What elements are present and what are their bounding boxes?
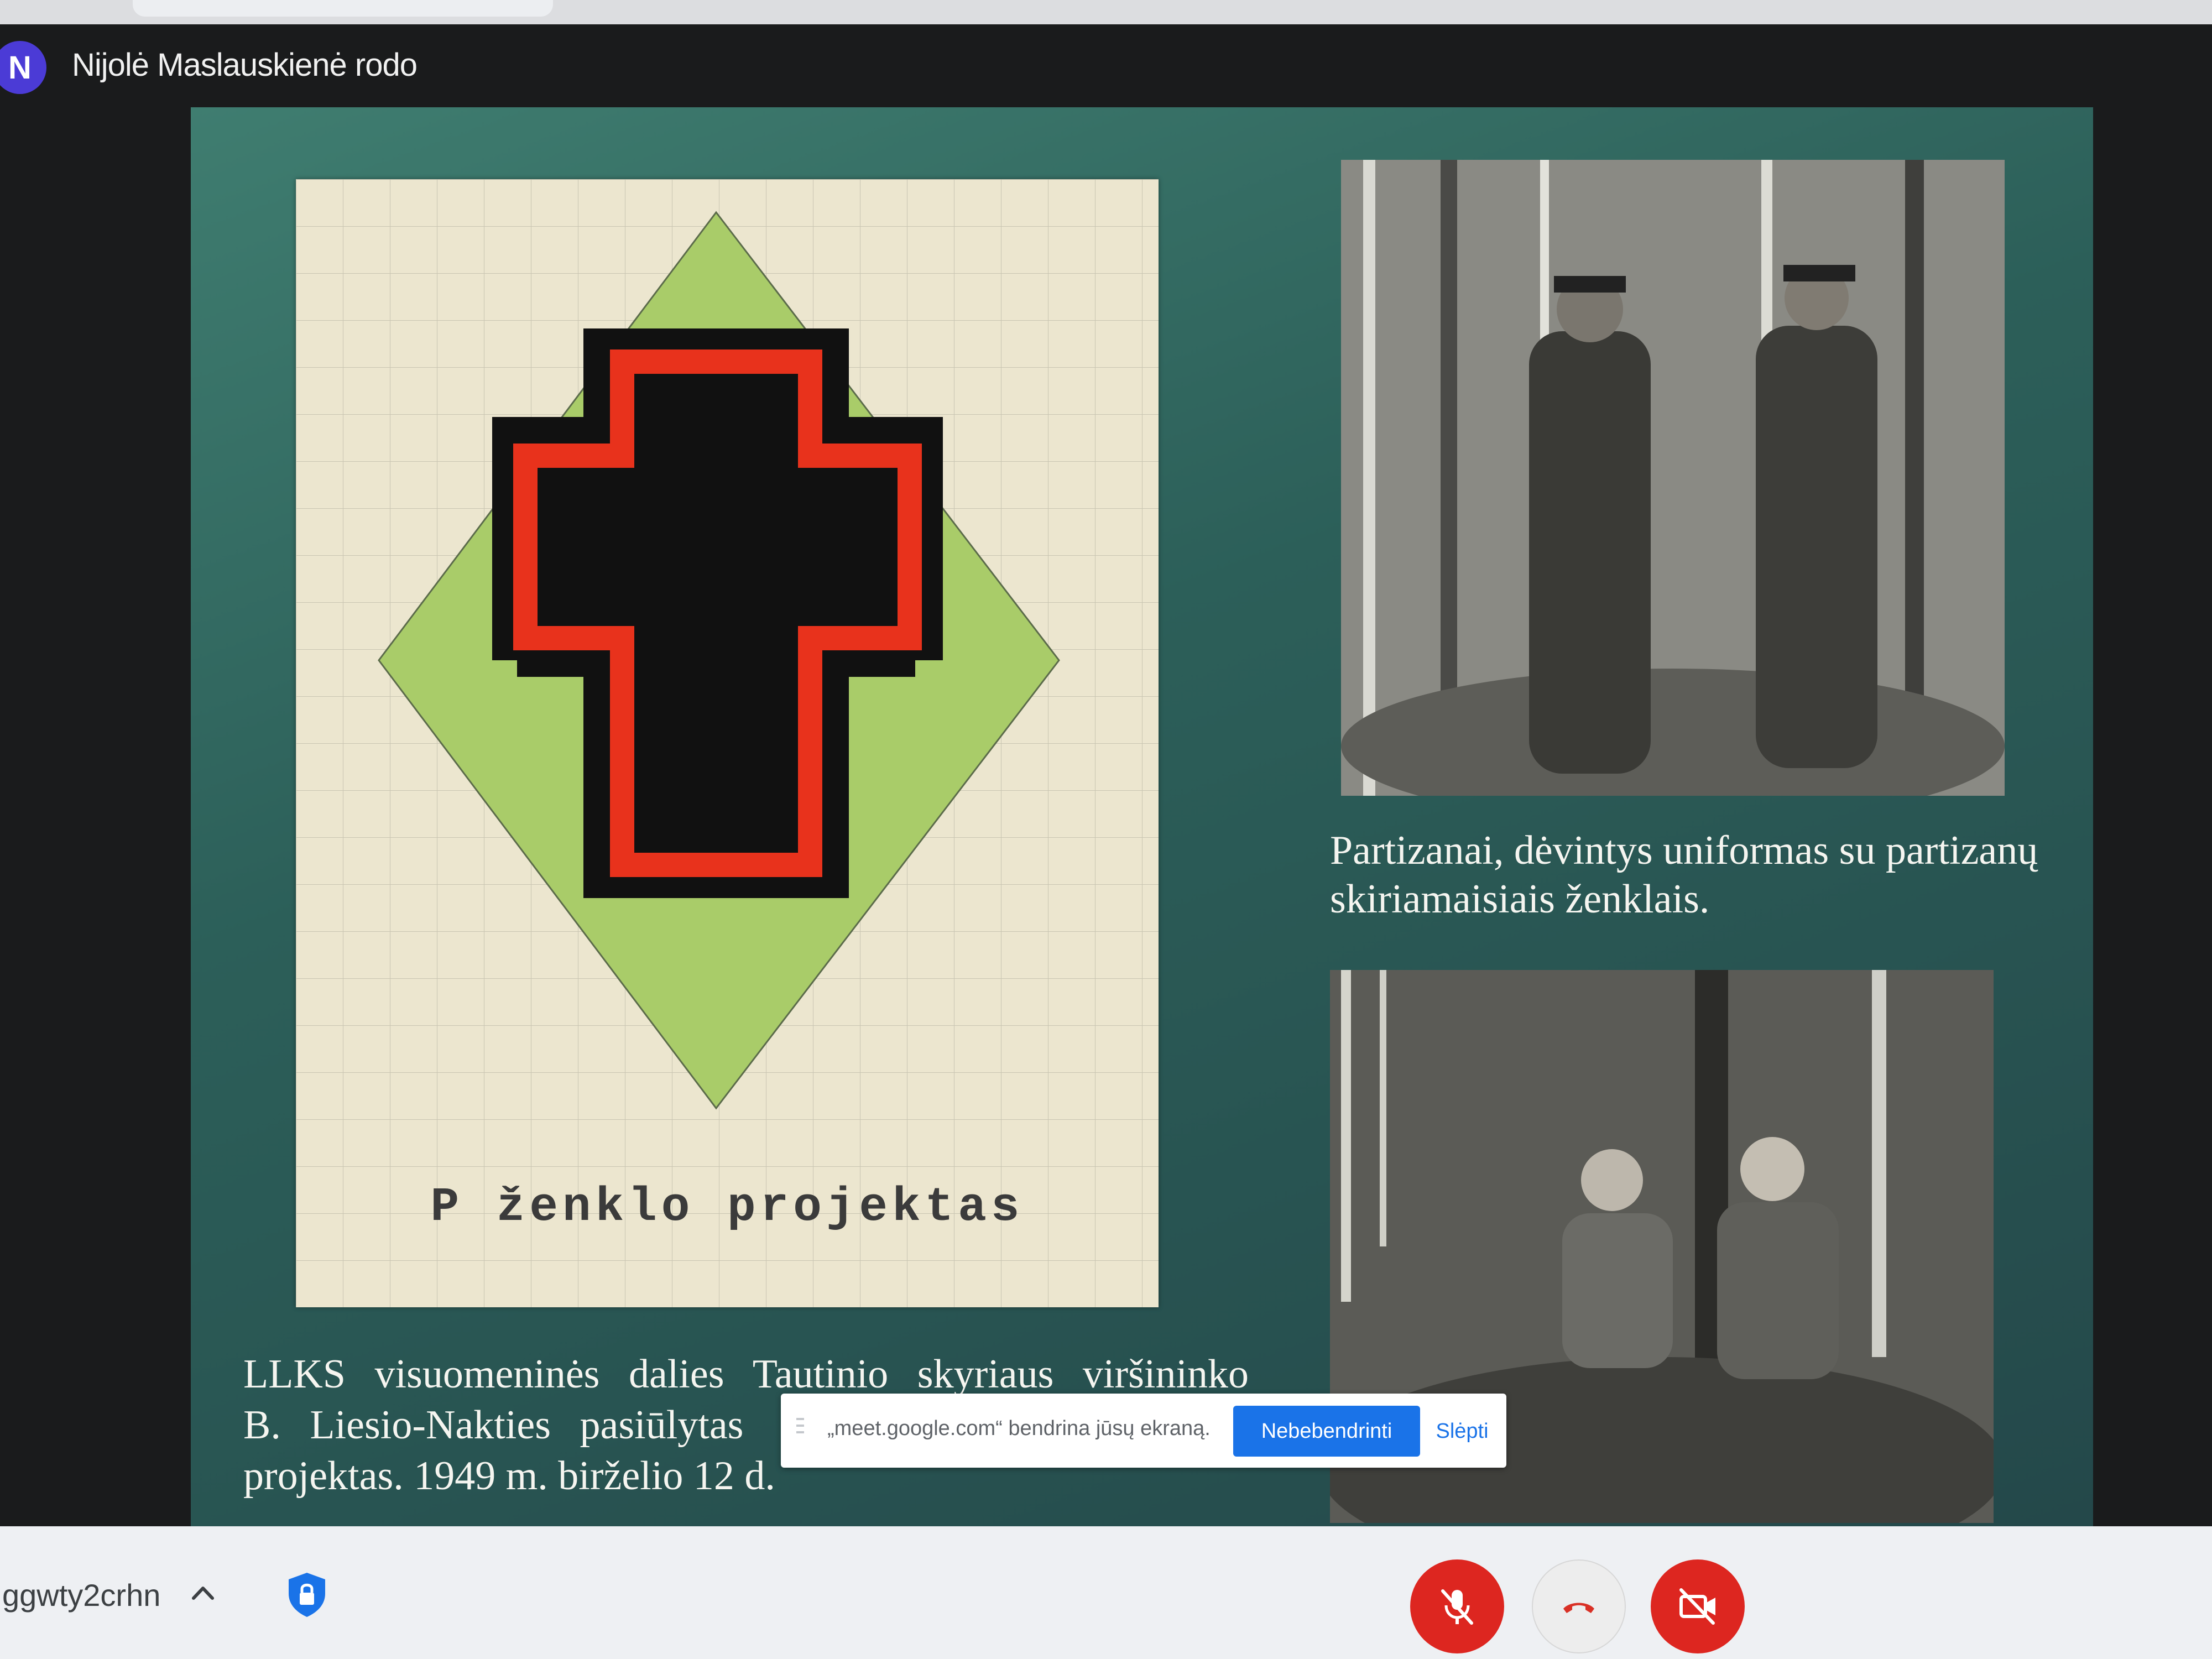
presenter-avatar: N <box>0 41 46 94</box>
mic-off-button[interactable] <box>1410 1559 1504 1653</box>
shared-slide: P ženklo projektas Partizanai, dėvintys … <box>191 107 2093 1526</box>
share-message: „meet.google.com“ bendrina jūsų ekraną. <box>827 1417 1211 1440</box>
caption-line-1: LLKS visuomeninės dalies Tautinio skyria… <box>243 1352 1249 1397</box>
emblem-drawing <box>296 179 1159 1307</box>
browser-toolbar <box>0 0 2212 24</box>
call-end-icon <box>1563 1603 1594 1613</box>
stop-sharing-button[interactable]: Nebebendrinti <box>1233 1406 1420 1457</box>
emblem-document-image: P ženklo projektas <box>296 179 1159 1307</box>
mic-off-icon <box>1441 1589 1473 1625</box>
chevron-up-icon[interactable] <box>188 1578 218 1608</box>
camera-off-button[interactable] <box>1651 1559 1745 1653</box>
presenter-label: Nijolė Maslauskienė rodo <box>72 47 418 83</box>
hide-bar-button[interactable]: Slėpti <box>1432 1406 1492 1457</box>
leave-call-button[interactable] <box>1532 1559 1626 1653</box>
meeting-controls-bar: ggwty2crhn <box>0 1526 2212 1659</box>
address-bar[interactable] <box>133 0 553 17</box>
photo-caption: Partizanai, dėvintys uniformas su partiz… <box>1330 828 2038 922</box>
presenter-header: N Nijolė Maslauskienė rodo <box>0 24 2212 107</box>
drag-handle-icon[interactable] <box>796 1418 804 1443</box>
videocam-off-icon <box>1679 1588 1715 1625</box>
presentation-stage: N Nijolė Maslauskienė rodo P ženklo proj… <box>0 24 2212 1526</box>
partisans-standing-photo <box>1341 160 2005 796</box>
meeting-code[interactable]: ggwty2crhn <box>2 1577 160 1613</box>
screen-share-bar: „meet.google.com“ bendrina jūsų ekraną. … <box>781 1394 1506 1468</box>
shield-lock-icon[interactable] <box>282 1569 332 1619</box>
document-label: P ženklo projektas <box>430 1180 1024 1234</box>
